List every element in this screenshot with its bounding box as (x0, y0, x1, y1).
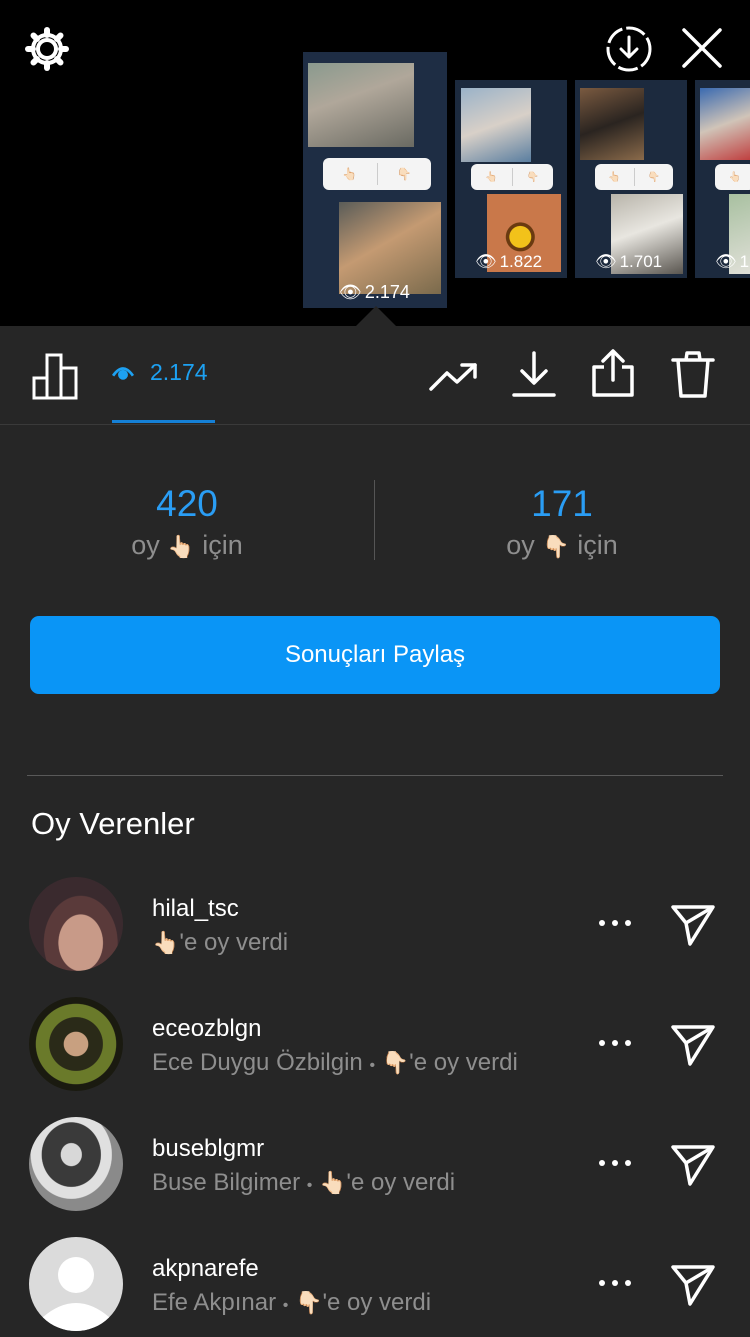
voter-subtitle: Buse Bilgimer • 👆🏻'e oy verdi (152, 1169, 456, 1196)
tab-views[interactable]: 2.174 (112, 359, 208, 386)
separator-dot: • (369, 1057, 376, 1074)
send-message-icon[interactable] (670, 903, 716, 947)
story-thumbnail[interactable]: 👆🏻 👇🏻 👁 1.701 (575, 80, 687, 278)
voter-row[interactable]: akpnarefe Efe Akpınar • 👇🏻'e oy verdi (0, 1237, 750, 1337)
trash-icon[interactable] (671, 350, 715, 400)
poll-result-down: 171 oy 👇🏻 için (412, 482, 712, 561)
story-thumbnail-active[interactable]: 👆🏻 👇🏻 👁 2.174 (303, 52, 447, 308)
poll-sticker: 👆🏻 👇🏻 (323, 158, 431, 190)
voter-fullname: Buse Bilgimer (152, 1169, 301, 1196)
voter-username[interactable]: hilal_tsc (152, 895, 239, 923)
voter-row[interactable]: eceozblgn Ece Duygu Özbilgin • 👇🏻'e oy v… (0, 997, 750, 1097)
story-photo (580, 88, 644, 160)
share-results-button[interactable]: Sonuçları Paylaş (30, 616, 720, 694)
vote-emoji: 👆🏻 (319, 1170, 347, 1195)
view-count: 👁 1 (715, 252, 750, 271)
poll-sticker: 👆🏻 👇🏻 (595, 164, 673, 190)
bar-chart-icon[interactable] (32, 352, 80, 400)
voter-row[interactable]: buseblgmr Buse Bilgimer • 👆🏻'e oy verdi (0, 1117, 750, 1217)
separator-dot: • (282, 1297, 289, 1314)
story-photo (461, 88, 531, 162)
voter-username[interactable]: buseblgmr (152, 1135, 264, 1163)
story-thumbnail[interactable]: 👆🏻 👁 1 (695, 80, 750, 278)
pointing-down-emoji: 👇🏻 (542, 534, 570, 559)
section-divider (27, 775, 723, 776)
voter-row[interactable]: hilal_tsc 👆🏻'e oy verdi (0, 877, 750, 977)
poll-sticker: 👆🏻 (715, 164, 750, 190)
close-icon[interactable] (680, 26, 724, 70)
eye-icon (112, 366, 134, 380)
voter-subtitle: Ece Duygu Özbilgin • 👇🏻'e oy verdi (152, 1049, 518, 1076)
vote-emoji: 👇🏻 (381, 1050, 410, 1075)
download-icon[interactable] (512, 350, 556, 398)
story-thumbnail[interactable]: 👆🏻 👇🏻 👁 1.822 (455, 80, 567, 278)
active-tab-indicator (112, 420, 215, 423)
voter-subtitle: 👆🏻'e oy verdi (152, 929, 289, 956)
insights-toolbar: 2.174 (0, 326, 750, 425)
send-message-icon[interactable] (670, 1023, 716, 1067)
poll-option-down: 👇🏻 (396, 167, 412, 181)
avatar[interactable] (29, 877, 123, 971)
send-message-icon[interactable] (670, 1143, 716, 1187)
more-options-icon[interactable] (597, 913, 633, 933)
vote-count: 171 (531, 483, 593, 524)
separator-dot: • (306, 1177, 313, 1194)
selected-pointer (356, 306, 396, 326)
share-icon[interactable] (591, 348, 635, 398)
pointing-up-emoji: 👆🏻 (167, 534, 195, 559)
view-count: 👁 1.701 (595, 252, 663, 271)
story-photo (339, 202, 441, 294)
voters-heading: Oy Verenler (31, 806, 195, 841)
eye-icon: 👁 (339, 282, 362, 302)
default-avatar-icon (43, 1257, 109, 1331)
avatar[interactable] (29, 1117, 123, 1211)
send-message-icon[interactable] (670, 1263, 716, 1307)
view-count: 👁 1.822 (475, 252, 543, 271)
avatar-placeholder[interactable] (29, 1237, 123, 1331)
view-count: 👁 2.174 (339, 282, 410, 302)
vote-count: 420 (156, 483, 218, 524)
story-tray: 👆🏻 👇🏻 👁 2.174 👆🏻 👇🏻 👁 1.822 👆🏻 👇🏻 👁 1.70… (0, 0, 750, 326)
trending-icon[interactable] (429, 362, 479, 392)
voter-username[interactable]: eceozblgn (152, 1015, 261, 1043)
views-count: 2.174 (150, 359, 208, 385)
more-options-icon[interactable] (597, 1033, 633, 1053)
poll-results: 420 oy 👆🏻 için 171 oy 👇🏻 için (0, 470, 750, 570)
voter-fullname: Ece Duygu Özbilgin (152, 1049, 363, 1076)
poll-sticker: 👆🏻 👇🏻 (471, 164, 553, 190)
divider (374, 480, 375, 560)
settings-gear-icon[interactable] (24, 26, 70, 72)
more-options-icon[interactable] (597, 1153, 633, 1173)
voter-subtitle: Efe Akpınar • 👇🏻'e oy verdi (152, 1289, 432, 1316)
eye-icon: 👁 (475, 252, 497, 271)
story-photo (308, 63, 414, 147)
story-photo (700, 88, 750, 160)
vote-emoji: 👇🏻 (295, 1290, 323, 1315)
poll-result-up: 420 oy 👆🏻 için (37, 482, 337, 561)
voter-fullname: Efe Akpınar (152, 1289, 277, 1316)
eye-icon: 👁 (715, 252, 737, 271)
more-options-icon[interactable] (597, 1273, 633, 1293)
save-story-icon[interactable] (604, 24, 654, 74)
vote-emoji: 👆🏻 (152, 930, 180, 955)
voter-username[interactable]: akpnarefe (152, 1255, 259, 1283)
poll-option-up: 👆🏻 (342, 167, 358, 181)
eye-icon: 👁 (595, 252, 617, 271)
avatar[interactable] (29, 997, 123, 1091)
